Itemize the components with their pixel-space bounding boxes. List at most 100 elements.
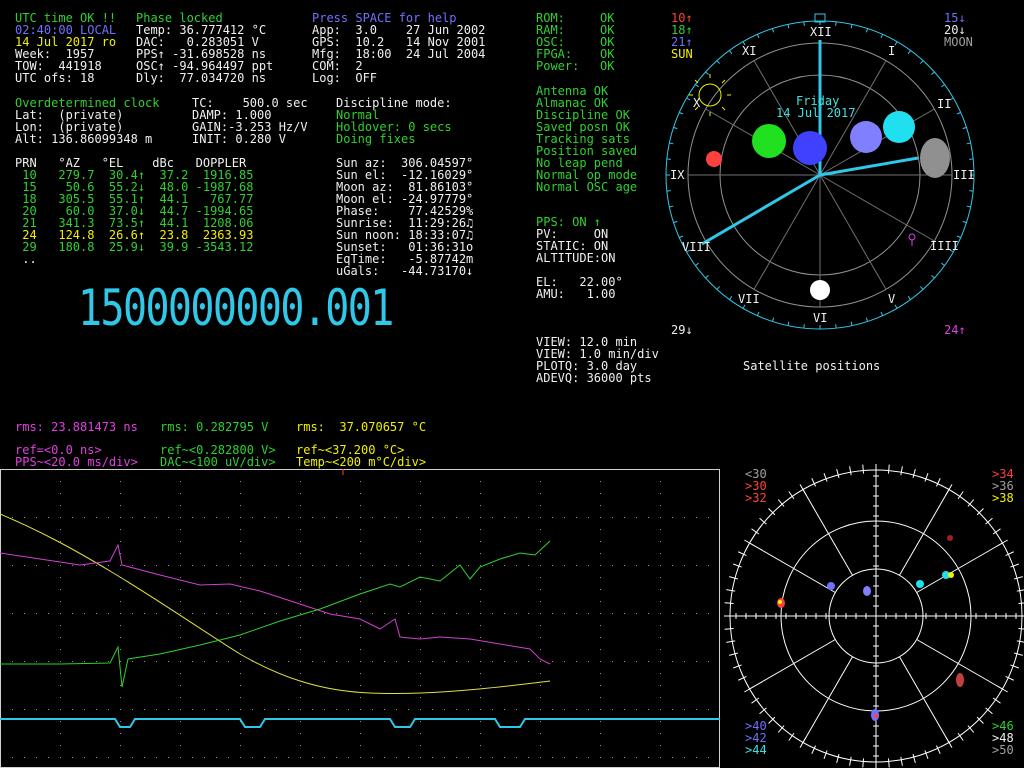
- grid-dot: [384, 517, 385, 518]
- grid-dot: [300, 733, 301, 734]
- grid-dot: [660, 757, 661, 758]
- grid-dot: [432, 613, 433, 614]
- grid-dot: [408, 661, 409, 662]
- grid-dot: [96, 757, 97, 758]
- grid-dot: [216, 757, 217, 758]
- grid-dot: [588, 565, 589, 566]
- grid-dot: [312, 709, 313, 710]
- grid-dot: [120, 697, 121, 698]
- grid-dot: [60, 529, 61, 530]
- grid-dot: [480, 613, 481, 614]
- grid-dot: [540, 733, 541, 734]
- clock-tick: [756, 311, 760, 316]
- grid-dot: [12, 565, 13, 566]
- grid-dot: [504, 565, 505, 566]
- grid-dot: [264, 757, 265, 758]
- grid-dot: [240, 697, 241, 698]
- grid-dot: [600, 505, 601, 506]
- grid-dot: [684, 661, 685, 662]
- grid-dot: [276, 613, 277, 614]
- clock-tick: [695, 84, 699, 88]
- grid-dot: [420, 721, 421, 722]
- grid-dot: [552, 517, 553, 518]
- grid-dot: [300, 613, 301, 614]
- grid-dot: [504, 709, 505, 710]
- grid-dot: [192, 661, 193, 662]
- grid-dot: [660, 565, 661, 566]
- grid-dot: [180, 577, 181, 578]
- grid-dot: [204, 565, 205, 566]
- rms-temp: rms: 37.070657 °C: [296, 420, 427, 434]
- grid-dot: [360, 553, 361, 554]
- grid-dot: [60, 757, 61, 758]
- grid-dot: [576, 709, 577, 710]
- grid-dot: [492, 709, 493, 710]
- grid-dot: [276, 709, 277, 710]
- grid-dot: [540, 613, 541, 614]
- grid-dot: [552, 709, 553, 710]
- grid-dot: [636, 613, 637, 614]
- grid-dot: [24, 709, 25, 710]
- strip-chart[interactable]: [0, 469, 720, 768]
- grid-dot: [132, 613, 133, 614]
- grid-dot: [540, 601, 541, 602]
- clock-tick: [941, 262, 945, 266]
- grid-dot: [516, 565, 517, 566]
- grid-dot: [60, 589, 61, 590]
- clock-tick: [756, 34, 760, 39]
- grid-dot: [540, 565, 541, 566]
- grid-dot: [24, 757, 25, 758]
- grid-dot: [192, 709, 193, 710]
- grid-dot: [180, 745, 181, 746]
- grid-dot: [180, 757, 181, 758]
- grid-dot: [708, 517, 709, 518]
- grid-dot: [612, 661, 613, 662]
- grid-dot: [324, 517, 325, 518]
- grid-dot: [24, 565, 25, 566]
- clock-tick: [966, 205, 971, 208]
- grid-dot: [480, 757, 481, 758]
- grid-dot: [528, 661, 529, 662]
- grid-dot: [540, 637, 541, 638]
- sat-positions-caption: Satellite positions: [743, 359, 881, 373]
- grid-dot: [660, 637, 661, 638]
- grid-dot: [456, 517, 457, 518]
- grid-dot: [120, 685, 121, 686]
- grid-dot: [348, 757, 349, 758]
- grid-dot: [120, 733, 121, 734]
- grid-dot: [192, 613, 193, 614]
- grid-dot: [48, 661, 49, 662]
- grid-dot: [120, 565, 121, 566]
- clock-numeral: III: [953, 168, 975, 182]
- sat-20-marker: [883, 111, 915, 143]
- grid-dot: [240, 517, 241, 518]
- grid-dot: [420, 481, 421, 482]
- grid-dot: [540, 697, 541, 698]
- grid-dot: [600, 493, 601, 494]
- grid-dot: [300, 757, 301, 758]
- grid-dot: [660, 721, 661, 722]
- grid-dot: [240, 529, 241, 530]
- sat-18-marker: [752, 124, 786, 158]
- grid-dot: [228, 709, 229, 710]
- clock-tick: [729, 296, 733, 300]
- grid-dot: [600, 733, 601, 734]
- grid-dot: [204, 613, 205, 614]
- grid-dot: [396, 565, 397, 566]
- grid-dot: [384, 757, 385, 758]
- grid-dot: [180, 733, 181, 734]
- grid-dot: [432, 709, 433, 710]
- pps-trace: [0, 543, 551, 665]
- clock-tick: [771, 317, 775, 322]
- grid-dot: [180, 685, 181, 686]
- grid-dot: [600, 481, 601, 482]
- plot-grid: [0, 469, 709, 758]
- grid-dot: [588, 517, 589, 518]
- grid-dot: [480, 493, 481, 494]
- clock-tick: [880, 311, 884, 316]
- grid-dot: [480, 697, 481, 698]
- grid-dot: [180, 589, 181, 590]
- grid-dot: [168, 709, 169, 710]
- grid-dot: [168, 565, 169, 566]
- grid-dot: [300, 721, 301, 722]
